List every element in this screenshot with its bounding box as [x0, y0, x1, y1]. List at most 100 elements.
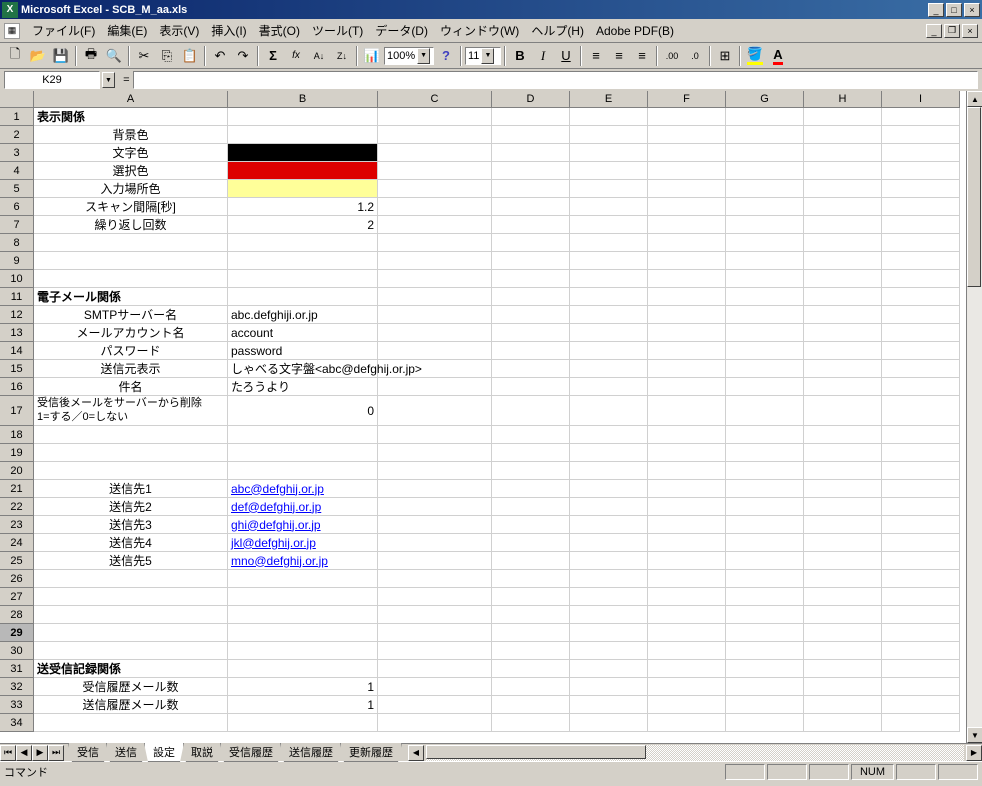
cell-B33[interactable]: 1 — [228, 696, 378, 714]
cell-E7[interactable] — [570, 216, 648, 234]
decrease-decimal-button[interactable]: .0 — [684, 45, 706, 67]
cell-I32[interactable] — [882, 678, 960, 696]
column-header-B[interactable]: B — [228, 91, 378, 108]
underline-button[interactable]: U — [555, 45, 577, 67]
cell-D21[interactable] — [492, 480, 570, 498]
menu-view[interactable]: 表示(V) — [153, 20, 205, 41]
tab-nav-last[interactable]: ⏭ — [48, 745, 64, 761]
cell-B23[interactable]: ghi@defghij.or.jp — [228, 516, 378, 534]
cell-C19[interactable] — [378, 444, 492, 462]
copy-button[interactable]: ⎘ — [156, 45, 178, 67]
sort-asc-button[interactable]: A↓ — [308, 45, 330, 67]
scroll-up-button[interactable]: ▲ — [967, 91, 982, 107]
cell-I23[interactable] — [882, 516, 960, 534]
cell-A1[interactable]: 表示関係 — [34, 108, 228, 126]
cell-H34[interactable] — [804, 714, 882, 732]
horizontal-scrollbar[interactable] — [426, 745, 964, 761]
cell-D28[interactable] — [492, 606, 570, 624]
cell-H1[interactable] — [804, 108, 882, 126]
cell-E24[interactable] — [570, 534, 648, 552]
sheet-tab-4[interactable]: 受信履歴 — [220, 743, 282, 762]
cell-E14[interactable] — [570, 342, 648, 360]
new-button[interactable]: 🗋 — [4, 45, 26, 67]
cell-C24[interactable] — [378, 534, 492, 552]
cell-A32[interactable]: 受信履歴メール数 — [34, 678, 228, 696]
menu-tools[interactable]: ツール(T) — [306, 20, 369, 41]
cell-I7[interactable] — [882, 216, 960, 234]
cell-E1[interactable] — [570, 108, 648, 126]
cell-H24[interactable] — [804, 534, 882, 552]
cell-D26[interactable] — [492, 570, 570, 588]
cell-H7[interactable] — [804, 216, 882, 234]
cell-H33[interactable] — [804, 696, 882, 714]
cell-A5[interactable]: 入力場所色 — [34, 180, 228, 198]
cell-E34[interactable] — [570, 714, 648, 732]
cell-B21[interactable]: abc@defghij.or.jp — [228, 480, 378, 498]
cell-B5[interactable] — [228, 180, 378, 198]
cell-F28[interactable] — [648, 606, 726, 624]
cell-H9[interactable] — [804, 252, 882, 270]
column-header-C[interactable]: C — [378, 91, 492, 108]
cell-F10[interactable] — [648, 270, 726, 288]
cell-C11[interactable] — [378, 288, 492, 306]
paste-button[interactable]: 📋 — [179, 45, 201, 67]
cell-C17[interactable] — [378, 396, 492, 426]
cell-A28[interactable] — [34, 606, 228, 624]
row-header-3[interactable]: 3 — [0, 144, 34, 162]
cell-F1[interactable] — [648, 108, 726, 126]
cell-A15[interactable]: 送信元表示 — [34, 360, 228, 378]
cell-C5[interactable] — [378, 180, 492, 198]
cell-A8[interactable] — [34, 234, 228, 252]
cell-E2[interactable] — [570, 126, 648, 144]
cell-I1[interactable] — [882, 108, 960, 126]
cell-A21[interactable]: 送信先1 — [34, 480, 228, 498]
cell-H23[interactable] — [804, 516, 882, 534]
cell-G32[interactable] — [726, 678, 804, 696]
cell-F6[interactable] — [648, 198, 726, 216]
cell-F30[interactable] — [648, 642, 726, 660]
cell-E11[interactable] — [570, 288, 648, 306]
menu-adobe[interactable]: Adobe PDF(B) — [590, 22, 680, 40]
cell-F2[interactable] — [648, 126, 726, 144]
cell-B19[interactable] — [228, 444, 378, 462]
row-header-11[interactable]: 11 — [0, 288, 34, 306]
increase-decimal-button[interactable]: .00 — [661, 45, 683, 67]
cell-D13[interactable] — [492, 324, 570, 342]
cell-F19[interactable] — [648, 444, 726, 462]
cell-F24[interactable] — [648, 534, 726, 552]
cell-G2[interactable] — [726, 126, 804, 144]
sheet-tab-6[interactable]: 更新履歴 — [340, 743, 402, 762]
maximize-button[interactable]: □ — [946, 3, 962, 17]
horizontal-scroll-thumb[interactable] — [426, 745, 646, 759]
cell-H6[interactable] — [804, 198, 882, 216]
cell-B1[interactable] — [228, 108, 378, 126]
cell-G6[interactable] — [726, 198, 804, 216]
row-header-18[interactable]: 18 — [0, 426, 34, 444]
cell-E17[interactable] — [570, 396, 648, 426]
cell-F29[interactable] — [648, 624, 726, 642]
autosum-button[interactable]: Σ — [262, 45, 284, 67]
menu-window[interactable]: ウィンドウ(W) — [434, 20, 525, 41]
cell-G25[interactable] — [726, 552, 804, 570]
cell-C25[interactable] — [378, 552, 492, 570]
cell-A12[interactable]: SMTPサーバー名 — [34, 306, 228, 324]
cell-A3[interactable]: 文字色 — [34, 144, 228, 162]
formula-equals-icon[interactable]: = — [123, 74, 129, 86]
cell-G33[interactable] — [726, 696, 804, 714]
cell-A9[interactable] — [34, 252, 228, 270]
cell-G4[interactable] — [726, 162, 804, 180]
cell-B15[interactable]: しゃべる文字盤<abc@defghij.or.jp> — [228, 360, 378, 378]
zoom-combo[interactable]: 100%▼ — [384, 47, 434, 65]
cell-F34[interactable] — [648, 714, 726, 732]
row-header-27[interactable]: 27 — [0, 588, 34, 606]
cell-E28[interactable] — [570, 606, 648, 624]
menu-edit[interactable]: 編集(E) — [101, 20, 153, 41]
cell-B20[interactable] — [228, 462, 378, 480]
cell-F20[interactable] — [648, 462, 726, 480]
cell-B16[interactable]: たろうより — [228, 378, 378, 396]
cell-G27[interactable] — [726, 588, 804, 606]
cell-D8[interactable] — [492, 234, 570, 252]
cell-B12[interactable]: abc.defghiji.or.jp — [228, 306, 378, 324]
cell-D20[interactable] — [492, 462, 570, 480]
cell-D11[interactable] — [492, 288, 570, 306]
